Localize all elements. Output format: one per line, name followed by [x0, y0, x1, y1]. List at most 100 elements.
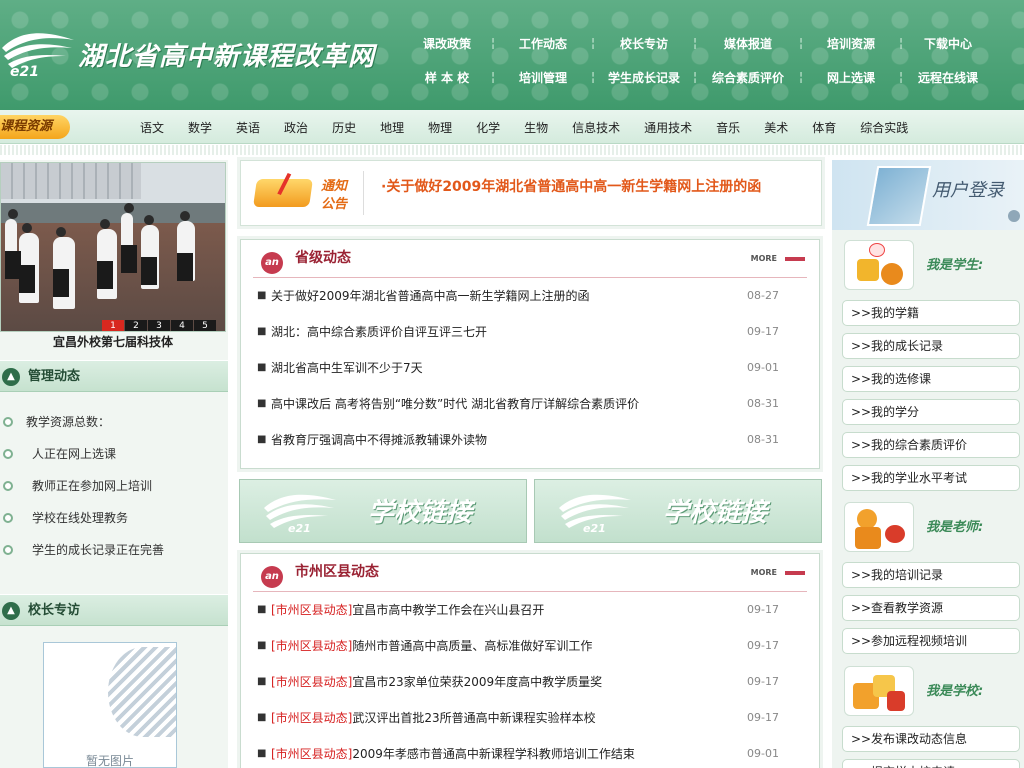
school-link-banner-left[interactable]: e21 学校链接 — [239, 479, 527, 543]
subject-music[interactable]: 音乐 — [716, 119, 740, 136]
subject-chemistry[interactable]: 化学 — [476, 119, 500, 136]
site-logo[interactable]: e21 湖北省高中新课程改革网 — [0, 18, 400, 88]
chevron-up-icon[interactable]: ▲ — [2, 368, 20, 386]
subject-practice[interactable]: 综合实践 — [860, 119, 908, 136]
school-label: 我是学校: — [926, 684, 984, 699]
nav-item-training-mgmt[interactable]: 培训管理 — [500, 69, 586, 86]
bullet-icon: ■ — [257, 748, 267, 759]
remote-video-training-link[interactable]: >> 参加远程视频培训 — [842, 628, 1020, 654]
notice-banner: 通知 公告 ·关于做好2009年湖北省普通高中高一新生学籍网上注册的函 — [240, 160, 822, 226]
more-bar-icon — [785, 257, 805, 261]
nav-item-sample-schools[interactable]: 样 本 校 — [408, 69, 486, 86]
subject-geography[interactable]: 地理 — [380, 119, 404, 136]
news-category[interactable]: [市州区县动态] — [271, 603, 352, 617]
news-title[interactable]: 武汉评出首批23所普通高中新课程实验样本校 — [352, 711, 595, 725]
news-link[interactable]: 湖北省高中生军训不少于7天 — [271, 350, 423, 386]
nav-item-training-resources[interactable]: 培训资源 — [808, 35, 894, 52]
subject-biology[interactable]: 生物 — [524, 119, 548, 136]
chevron-up-icon[interactable]: ▲ — [2, 602, 20, 620]
subject-art[interactable]: 美术 — [764, 119, 788, 136]
subject-math[interactable]: 数学 — [188, 119, 212, 136]
news-link[interactable]: 湖北：高中综合素质评价自评互评三七开 — [271, 314, 487, 350]
my-evaluation-link[interactable]: >> 我的综合素质评价 — [842, 432, 1020, 458]
link-label: 我的学籍 — [871, 306, 920, 320]
course-resources-badge[interactable]: 课程资源 — [0, 115, 70, 139]
nav-item-online-course[interactable]: 网上选课 — [808, 69, 894, 86]
pager-button-2[interactable]: 2 — [125, 320, 147, 331]
news-title[interactable]: 随州市普通高中高质量、高标准做好军训工作 — [352, 639, 592, 653]
bullet-icon: ■ — [257, 362, 267, 373]
news-link[interactable]: 高中课改后 高考将告别“唯分数”时代 湖北省教育厅详解综合素质评价 — [271, 386, 639, 422]
subject-physics[interactable]: 物理 — [428, 119, 452, 136]
my-growth-record-link[interactable]: >> 我的成长记录 — [842, 333, 1020, 359]
news-title[interactable]: 2009年孝感市普通高中新课程学科教师培训工作结束 — [352, 747, 635, 761]
nav-item-growth-record[interactable]: 学生成长记录 — [600, 69, 688, 86]
my-electives-link[interactable]: >> 我的选修课 — [842, 366, 1020, 392]
top-nav-row-2: 样 本 校 ¦ 培训管理 ¦ 学生成长记录 ¦ 综合素质评价 ¦ 网上选课 ¦ 远程在线课 — [408, 60, 1024, 94]
list-item: 学校在线处理教务 — [0, 502, 228, 534]
nav-item-work-news[interactable]: 工作动态 — [500, 35, 586, 52]
nav-item-principal-interview[interactable]: 校长专访 — [600, 35, 688, 52]
pager-button-1[interactable]: 1 — [102, 320, 124, 331]
pager-button-5[interactable]: 5 — [194, 320, 216, 331]
my-credits-link[interactable]: >> 我的学分 — [842, 399, 1020, 425]
user-login-banner[interactable]: 用户登录 — [832, 160, 1024, 230]
news-link[interactable]: [市州区县动态]武汉评出首批23所普通高中新课程实验样本校 — [271, 700, 596, 736]
pager-button-4[interactable]: 4 — [171, 320, 193, 331]
news-date: 09-17 — [747, 325, 779, 338]
photo-caption[interactable]: 宜昌外校第七届科技体 — [0, 332, 226, 352]
nav-item-media[interactable]: 媒体报道 — [702, 35, 794, 52]
subject-general-tech[interactable]: 通用技术 — [644, 119, 692, 136]
subject-it[interactable]: 信息技术 — [572, 119, 620, 136]
news-link[interactable]: [市州区县动态]宜昌市23家单位荣获2009年度高中教学质量奖 — [271, 664, 602, 700]
photo-person — [141, 215, 159, 289]
pager-button-3[interactable]: 3 — [148, 320, 170, 331]
news-category[interactable]: [市州区县动态] — [271, 675, 352, 689]
news-link[interactable]: 关于做好2009年湖北省普通高中高一新生学籍网上注册的函 — [271, 278, 590, 314]
news-title[interactable]: 宜昌市高中教学工作会在兴山县召开 — [352, 603, 544, 617]
notice-scroll-text[interactable]: ·关于做好2009年湖北省普通高中高一新生学籍网上注册的函 — [381, 175, 801, 215]
list-item: 学生的成长记录正在完善 — [0, 534, 228, 566]
submit-sample-school-link[interactable]: >>提交样本校申请 — [842, 759, 1020, 768]
news-date: 09-01 — [747, 361, 779, 374]
arrow-right-icon[interactable] — [1008, 210, 1020, 222]
news-title[interactable]: 宜昌市23家单位荣获2009年度高中教学质量奖 — [352, 675, 602, 689]
news-link[interactable]: [市州区县动态]2009年孝感市普通高中新课程学科教师培训工作结束 — [271, 736, 635, 768]
photo-person — [5, 209, 21, 279]
more-link[interactable]: MORE — [751, 568, 777, 577]
my-enrollment-link[interactable]: >> 我的学籍 — [842, 300, 1020, 326]
link-label: 提交样本校申请 — [871, 760, 955, 768]
subject-history[interactable]: 历史 — [332, 119, 356, 136]
view-teaching-resources-link[interactable]: >> 查看教学资源 — [842, 595, 1020, 621]
nav-item-policy[interactable]: 课改政策 — [408, 35, 486, 52]
person-head-shape — [857, 509, 877, 529]
subject-english[interactable]: 英语 — [236, 119, 260, 136]
publish-news-link[interactable]: >> 发布课改动态信息 — [842, 726, 1020, 752]
news-category[interactable]: [市州区县动态] — [271, 639, 352, 653]
news-category[interactable]: [市州区县动态] — [271, 711, 352, 725]
city-news-title: 市州区县动态 — [295, 564, 379, 580]
city-news-header: an 市州区县动态 MORE — [253, 554, 807, 592]
subject-politics[interactable]: 政治 — [284, 119, 308, 136]
featured-photo[interactable]: 1 2 3 4 5 — [0, 162, 226, 332]
principal-image-placeholder[interactable]: 暂无图片 — [43, 642, 177, 768]
news-row: ■ 湖北：高中综合素质评价自评互评三七开 09-17 — [253, 314, 807, 350]
news-link[interactable]: [市州区县动态]宜昌市高中教学工作会在兴山县召开 — [271, 592, 544, 628]
link-label: 发布课改动态信息 — [871, 732, 968, 746]
link-label: 我的培训记录 — [871, 568, 944, 582]
list-item-text: 学生的成长记录正在完善 — [32, 543, 165, 557]
school-link-banner-right[interactable]: e21 学校链接 — [534, 479, 822, 543]
site-title: 湖北省高中新课程改革网 — [78, 42, 376, 72]
more-link[interactable]: MORE — [751, 254, 777, 263]
news-link[interactable]: 省教育厅强调高中不得摊派教辅课外读物 — [271, 422, 487, 458]
nav-item-remote-course[interactable]: 远程在线课 — [908, 69, 988, 86]
my-exam-link[interactable]: >> 我的学业水平考试 — [842, 465, 1020, 491]
news-category[interactable]: [市州区县动态] — [271, 747, 352, 761]
subject-pe[interactable]: 体育 — [812, 119, 836, 136]
subject-chinese[interactable]: 语文 — [140, 119, 164, 136]
top-nav: 课改政策 ¦ 工作动态 ¦ 校长专访 ¦ 媒体报道 ¦ 培训资源 ¦ 下载中心 样 本 校… — [408, 26, 1024, 94]
news-link[interactable]: [市州区县动态]随州市普通高中高质量、高标准做好军训工作 — [271, 628, 592, 664]
my-training-record-link[interactable]: >> 我的培训记录 — [842, 562, 1020, 588]
nav-item-evaluation[interactable]: 综合素质评价 — [702, 69, 794, 86]
nav-item-download[interactable]: 下载中心 — [908, 35, 988, 52]
